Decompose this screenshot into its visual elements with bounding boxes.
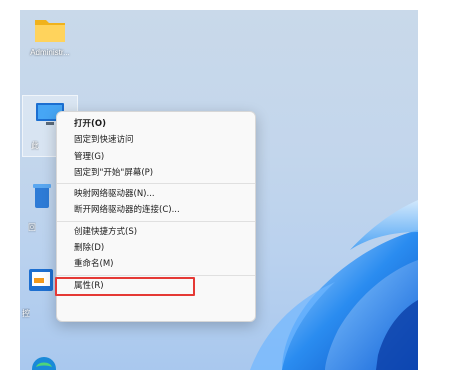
recycle-bin-icon xyxy=(33,184,51,208)
menu-item-label: 固定到快速访问 xyxy=(74,135,134,146)
menu-item-label: 属性(R) xyxy=(74,280,104,291)
menu-item-label: 映射网络驱动器(N)... xyxy=(74,189,155,200)
menu-item-label: 打开(O) xyxy=(74,119,106,129)
control-panel-icon xyxy=(29,269,53,291)
menu-item-pin-quick-access[interactable]: 固定到快速访问 xyxy=(57,132,255,148)
folder-icon xyxy=(35,20,65,42)
desktop-icon-label: 此 xyxy=(31,141,39,150)
desktop-icon-label: Administr... xyxy=(30,48,70,57)
desktop-icon-label: 控 xyxy=(22,309,30,318)
menu-item-disconnect-network-drive[interactable]: 断开网络驱动器的连接(C)... xyxy=(57,202,255,218)
menu-item-open[interactable]: 打开(O) xyxy=(57,116,255,132)
menu-item-label: 重命名(M) xyxy=(74,259,114,270)
menu-item-delete[interactable]: 删除(D) xyxy=(57,240,255,256)
menu-item-create-shortcut[interactable]: 创建快捷方式(S) xyxy=(57,224,255,240)
menu-separator xyxy=(57,183,255,185)
desktop-icon-label: 回 xyxy=(28,223,36,232)
desktop-icon-user-folder[interactable]: Administr... xyxy=(20,16,80,57)
menu-item-rename[interactable]: 重命名(M) xyxy=(57,256,255,272)
menu-item-map-network-drive[interactable]: 映射网络驱动器(N)... xyxy=(57,186,255,202)
edge-browser-icon[interactable] xyxy=(30,355,58,370)
menu-item-label: 固定到"开始"屏幕(P) xyxy=(74,167,154,178)
menu-item-pin-start[interactable]: 固定到"开始"屏幕(P) xyxy=(57,165,255,181)
context-menu: 打开(O) 固定到快速访问 管理(G) 固定到"开始"屏幕(P) 映射网络驱动器… xyxy=(55,111,256,322)
menu-separator xyxy=(57,274,255,276)
menu-item-label: 管理(G) xyxy=(74,151,105,162)
menu-item-label: 断开网络驱动器的连接(C)... xyxy=(74,205,180,216)
menu-item-label: 删除(D) xyxy=(74,243,105,254)
menu-separator xyxy=(57,220,255,222)
menu-item-manage[interactable]: 管理(G) xyxy=(57,149,255,165)
menu-item-label: 创建快捷方式(S) xyxy=(74,226,138,237)
menu-item-properties[interactable]: 属性(R) xyxy=(55,276,255,296)
